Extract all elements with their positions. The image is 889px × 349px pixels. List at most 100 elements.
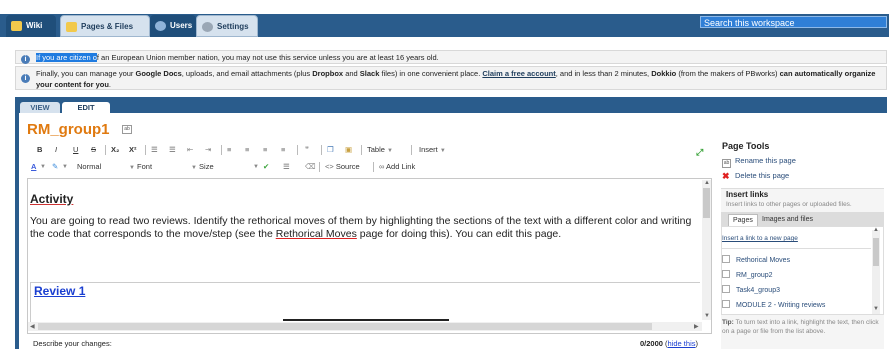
notice-text: .	[108, 80, 112, 89]
gear-icon	[202, 22, 213, 32]
notice-bold: Google Docs	[135, 69, 182, 78]
bold-button[interactable]: B	[37, 143, 42, 157]
subscript-button[interactable]: X₂	[111, 143, 119, 157]
insert-menu-label: Insert	[419, 145, 438, 154]
edit-tab-bar	[15, 97, 887, 113]
scroll-up-icon[interactable]: ▲	[873, 227, 879, 233]
outdent-icon[interactable]: ⇤	[187, 143, 193, 157]
align-left-icon[interactable]: ≡	[227, 143, 231, 157]
list-item[interactable]: MODULE 2 - Writing reviews	[722, 300, 825, 309]
chevron-down-icon[interactable]: ▼	[253, 160, 259, 174]
describe-changes-label: Describe your changes:	[33, 339, 112, 348]
tab-users-label: Users	[170, 21, 193, 30]
content-divider	[283, 319, 449, 321]
insert-new-page-link[interactable]: Insert a link to a new page	[722, 235, 798, 242]
notice-bold: Dropbox	[312, 69, 344, 78]
tab-settings[interactable]: Settings	[196, 15, 258, 37]
format-select-value: Normal	[77, 162, 102, 171]
page-tools-panel: Page Tools ab Rename this page ✖ Delete th…	[716, 138, 887, 349]
insert-links-description: Insert links to other pages or uploaded …	[726, 201, 852, 208]
info-icon: i	[21, 74, 30, 83]
table-menu[interactable]: Table ▼	[367, 143, 393, 158]
editor-horizontal-scroll-thumb[interactable]	[38, 323, 652, 330]
chevron-down-icon[interactable]: ▼	[62, 160, 68, 174]
list-item[interactable]: Task4_group3	[722, 285, 780, 294]
rethorical-moves-link[interactable]: Rethorical Moves	[276, 228, 357, 240]
toolbar-divider	[319, 162, 320, 172]
scroll-down-icon[interactable]: ▼	[873, 306, 879, 312]
list-item[interactable]: RM_group2	[722, 270, 773, 279]
code-icon: <>	[325, 162, 334, 171]
review-heading: Review 1	[34, 284, 86, 298]
list-item[interactable]: Rethorical Moves	[722, 255, 790, 264]
chevron-down-icon[interactable]: ▼	[40, 160, 46, 174]
size-select[interactable]: ▼ Size	[191, 161, 251, 173]
scroll-up-icon[interactable]: ▲	[704, 180, 710, 186]
tab-wiki[interactable]: Wiki	[6, 15, 56, 37]
copy-icon[interactable]: ❐	[327, 143, 334, 157]
claim-account-link[interactable]: Claim a free account	[482, 69, 555, 78]
source-button-label: Source	[335, 162, 360, 171]
source-button[interactable]: <> Source	[325, 160, 360, 174]
align-right-icon[interactable]: ≡	[263, 143, 267, 157]
add-link-label: Add Link	[386, 162, 416, 171]
notice-text: files) in one convenient place.	[379, 69, 483, 78]
delete-page-link[interactable]: ✖ Delete this page	[722, 171, 789, 181]
toolbar-divider	[411, 145, 412, 155]
char-count: 0/2000	[640, 339, 663, 348]
eraser-icon[interactable]: ⌫	[305, 160, 316, 174]
insert-links-title: Insert links	[726, 190, 769, 199]
tab-users[interactable]: Users	[150, 15, 196, 37]
tab-pages-files[interactable]: Pages & Files	[60, 15, 150, 37]
search-input[interactable]: Search this workspace	[700, 16, 887, 28]
table-menu-label: Table	[367, 145, 385, 154]
editor-toolbar-row-1: B I U S X₂ X² ☰ ☰ ⇤ ⇥ ≡ ≡ ≡ ≡ ❞ ❐ ▣ Tabl…	[27, 143, 711, 157]
bullet-list-icon[interactable]: ☰	[169, 143, 176, 157]
align-justify-icon[interactable]: ≡	[281, 143, 285, 157]
editor-vertical-scroll-thumb[interactable]	[703, 188, 710, 218]
font-select[interactable]: ▼ Font	[129, 161, 189, 173]
italic-button[interactable]: I	[55, 143, 57, 157]
strike-button[interactable]: S	[91, 143, 96, 157]
add-link-button[interactable]: ∞ Add Link	[379, 160, 415, 174]
scroll-down-icon[interactable]: ▼	[704, 313, 710, 319]
rename-title-icon[interactable]: ab	[122, 125, 132, 134]
page-icon	[722, 285, 730, 293]
indent-icon[interactable]: ⇥	[205, 143, 211, 157]
chevron-down-icon: ▼	[191, 165, 197, 171]
insert-menu[interactable]: Insert ▼	[419, 143, 446, 158]
hide-this-link[interactable]: hide this	[668, 339, 696, 348]
insert-links-scroll-thumb[interactable]	[873, 238, 879, 266]
tip-label: Tip:	[722, 319, 734, 326]
maximize-icon[interactable]: ⤢	[696, 147, 703, 158]
tab-edit[interactable]: EDIT	[62, 102, 110, 113]
rename-page-label: Rename this page	[735, 156, 796, 165]
list-item-label: MODULE 2 - Writing reviews	[736, 302, 826, 309]
paste-icon[interactable]: ▣	[345, 143, 352, 157]
scroll-left-icon[interactable]: ◀	[30, 323, 35, 330]
blockquote-icon[interactable]: ❞	[305, 143, 309, 157]
superscript-button[interactable]: X²	[129, 143, 137, 157]
underline-button[interactable]: U	[73, 143, 78, 157]
scroll-right-icon[interactable]: ▶	[694, 323, 699, 330]
page-tools-title: Page Tools	[722, 141, 770, 151]
wiki-icon	[11, 21, 22, 31]
toolbar-divider	[297, 145, 298, 155]
page-icon	[722, 255, 730, 263]
format-select[interactable]: Normal	[77, 161, 127, 173]
tab-view[interactable]: VIEW	[20, 102, 60, 113]
insert-links-tip: Tip: To turn text into a link, highlight…	[722, 318, 884, 336]
tab-settings-label: Settings	[217, 22, 249, 31]
highlight-color-icon[interactable]: ✎	[52, 160, 58, 174]
dokkio-notice: i Finally, you can manage your Google Do…	[15, 66, 887, 90]
rename-page-link[interactable]: ab Rename this page	[722, 156, 796, 168]
toolbar-divider	[105, 145, 106, 155]
numbered-list-icon[interactable]: ☰	[151, 143, 158, 157]
align-center-icon[interactable]: ≡	[245, 143, 249, 157]
tab-insert-pages[interactable]: Pages	[728, 214, 758, 226]
spellcheck-icon[interactable]: ✔	[263, 160, 269, 174]
tab-insert-images-files[interactable]: Images and files	[758, 214, 817, 226]
horizontal-rule-icon[interactable]: ☰	[283, 160, 290, 174]
text-color-icon[interactable]: A	[31, 160, 36, 174]
list-item-label: RM_group2	[736, 272, 773, 279]
